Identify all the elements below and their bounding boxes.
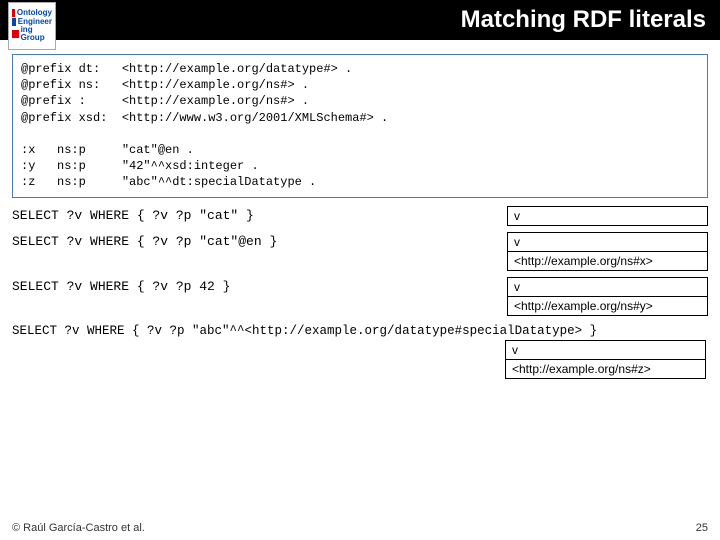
table-row: <http://example.org/ns#y> xyxy=(508,296,708,315)
code-block: @prefix dt: <http://example.org/datatype… xyxy=(12,54,708,198)
table-row: <http://example.org/ns#x> xyxy=(508,251,708,270)
copyright: © Raúl García-Castro et al. xyxy=(12,522,145,534)
result-table: v <http://example.org/ns#z> xyxy=(505,340,706,379)
square-icon xyxy=(12,18,16,26)
page-title: Matching RDF literals xyxy=(461,6,706,34)
table-head: v xyxy=(508,206,708,225)
query-row-3: SELECT ?v WHERE { ?v ?p 42 } v <http://e… xyxy=(12,277,708,316)
query-text: SELECT ?v WHERE { ?v ?p 42 } xyxy=(12,277,230,294)
result-table: v xyxy=(507,206,708,226)
table-head: v xyxy=(506,340,706,359)
page-number: 25 xyxy=(696,522,708,534)
query-row-1: SELECT ?v WHERE { ?v ?p "cat" } v xyxy=(12,206,708,226)
table-head: v xyxy=(508,277,708,296)
logo-text-3: ing Group xyxy=(21,26,52,43)
slide-header: Ontology Engineer ing Group Matching RDF… xyxy=(0,0,720,40)
result-table: v <http://example.org/ns#x> xyxy=(507,232,708,271)
table-row: <http://example.org/ns#z> xyxy=(506,359,706,378)
footer: © Raúl García-Castro et al. 25 xyxy=(12,522,708,534)
square-icon xyxy=(12,30,19,38)
query-row-2: SELECT ?v WHERE { ?v ?p "cat"@en } v <ht… xyxy=(12,232,708,271)
result-table: v <http://example.org/ns#y> xyxy=(507,277,708,316)
query-row-4: v <http://example.org/ns#z> xyxy=(0,340,706,379)
table-head: v xyxy=(508,232,708,251)
query-text: SELECT ?v WHERE { ?v ?p "abc"^^<http://e… xyxy=(12,324,708,338)
logo: Ontology Engineer ing Group xyxy=(8,2,56,50)
square-icon xyxy=(12,9,15,17)
query-text: SELECT ?v WHERE { ?v ?p "cat"@en } xyxy=(12,232,277,249)
query-text: SELECT ?v WHERE { ?v ?p "cat" } xyxy=(12,206,254,223)
